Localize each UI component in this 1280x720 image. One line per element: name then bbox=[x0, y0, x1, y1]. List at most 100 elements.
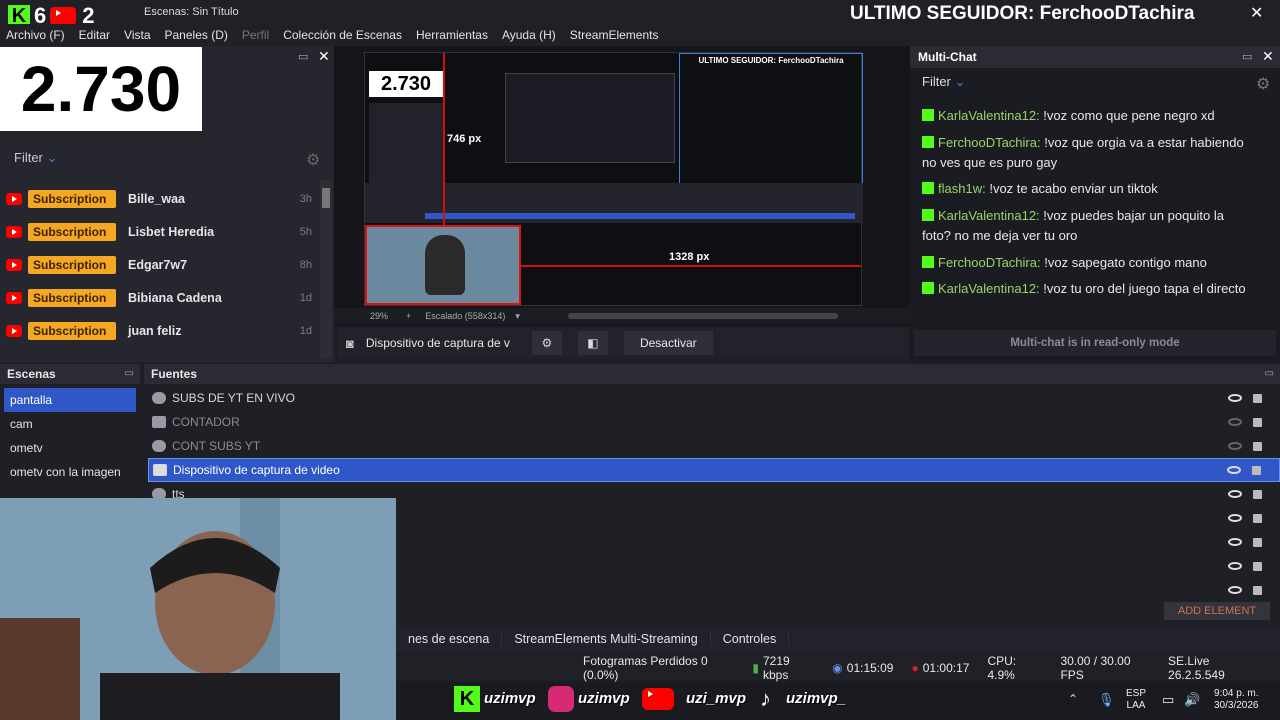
panel-close-icon[interactable]: ✕ bbox=[1262, 48, 1274, 65]
multichat-panel bbox=[910, 46, 1280, 362]
tab-transiciones[interactable]: nes de escena bbox=[396, 632, 503, 646]
lock-icon[interactable] bbox=[1253, 442, 1262, 451]
scene-item[interactable]: pantalla bbox=[4, 388, 136, 412]
feed-time: 5h bbox=[299, 226, 312, 238]
gear-icon[interactable]: ⚙ bbox=[1256, 74, 1270, 94]
lock-icon[interactable] bbox=[1253, 538, 1262, 547]
kick-icon bbox=[922, 256, 934, 268]
clock-date: 30/3/2026 bbox=[1214, 700, 1259, 711]
sources-title: Fuentes ▭ bbox=[144, 364, 1280, 384]
kick-icon bbox=[922, 282, 934, 294]
visibility-eye-icon[interactable] bbox=[1228, 538, 1242, 546]
visibility-eye-icon[interactable] bbox=[1228, 514, 1242, 522]
language-bottom: LAA bbox=[1126, 700, 1146, 711]
menu-editar[interactable]: Editar bbox=[79, 28, 110, 42]
preview-chat-box: ULTIMO SEGUIDOR: FerchooDTachira bbox=[679, 53, 863, 189]
chevron-down-icon: ⌄ bbox=[954, 74, 966, 89]
hidden-eye-icon[interactable] bbox=[1228, 418, 1242, 426]
feed-user: Bille_waa bbox=[128, 192, 185, 206]
camera-icon bbox=[153, 464, 167, 476]
scene-item[interactable]: cam bbox=[0, 412, 140, 436]
source-item[interactable]: CONT SUBS YT bbox=[148, 434, 1280, 458]
chat-message: KarlaValentina12: !voz tu oro del juego … bbox=[922, 279, 1252, 299]
panel-close-icon[interactable]: ✕ bbox=[318, 48, 330, 65]
hidden-eye-icon[interactable] bbox=[1228, 442, 1242, 450]
chat-text: !voz te acabo enviar un tiktok bbox=[989, 181, 1158, 196]
deactivate-button[interactable]: Desactivar bbox=[623, 331, 713, 355]
source-filters-icon[interactable]: ◧ bbox=[577, 331, 608, 355]
zoom-in-icon[interactable]: + bbox=[406, 311, 411, 321]
webcam-overlay bbox=[0, 498, 396, 720]
scene-item[interactable]: ometv bbox=[0, 436, 140, 460]
menu-paneles[interactable]: Paneles (D) bbox=[165, 28, 228, 42]
zoom-level: 29% bbox=[370, 311, 389, 321]
lock-icon[interactable] bbox=[1253, 514, 1262, 523]
volume-icon[interactable]: 🔊 bbox=[1184, 692, 1200, 708]
lock-icon[interactable] bbox=[1253, 490, 1262, 499]
undock-icon[interactable]: ▭ bbox=[1265, 364, 1274, 384]
feed-item[interactable]: Subscription Bille_waa 3h bbox=[6, 188, 312, 210]
menu-streamelements[interactable]: StreamElements bbox=[570, 28, 659, 42]
selected-video-source[interactable] bbox=[365, 225, 521, 305]
feed-scrollbar[interactable] bbox=[320, 180, 332, 358]
kick-icon bbox=[922, 109, 934, 121]
feed-item[interactable]: Subscription Edgar7w7 8h bbox=[6, 254, 312, 276]
feed-time: 1d bbox=[299, 325, 312, 337]
lock-icon[interactable] bbox=[1253, 586, 1262, 595]
menu-herramientas[interactable]: Herramientas bbox=[416, 28, 488, 42]
preview-counter: 2.730 bbox=[369, 71, 443, 97]
source-item[interactable]: SUBS DE YT EN VIVO bbox=[148, 386, 1280, 410]
menu-archivo[interactable]: Archivo (F) bbox=[6, 28, 65, 42]
preview-scrollbar[interactable] bbox=[567, 313, 838, 319]
scene-item[interactable]: ometv con la imagen bbox=[0, 460, 140, 484]
menu-vista[interactable]: Vista bbox=[124, 28, 150, 42]
menu-ayuda[interactable]: Ayuda (H) bbox=[502, 28, 556, 42]
lock-icon[interactable] bbox=[1252, 466, 1261, 475]
stream-time: 01:15:09 bbox=[846, 661, 894, 675]
feed-user: Bibiana Cadena bbox=[128, 291, 222, 305]
webcam-person-icon bbox=[0, 498, 396, 720]
undock-icon[interactable]: ▭ bbox=[125, 364, 134, 384]
kick-logo-icon: K bbox=[454, 686, 480, 712]
undock-icon[interactable]: ▭ bbox=[298, 50, 308, 63]
close-icon[interactable]: ✕ bbox=[1250, 3, 1263, 23]
feed-item[interactable]: Subscription juan feliz 1d bbox=[6, 320, 312, 342]
dock-tabs: nes de escena StreamElements Multi-Strea… bbox=[396, 626, 1280, 652]
language-top: ESP bbox=[1126, 688, 1147, 699]
tab-multistreaming[interactable]: StreamElements Multi-Streaming bbox=[502, 632, 711, 646]
tab-controles[interactable]: Controles bbox=[711, 632, 790, 646]
visibility-eye-icon[interactable] bbox=[1228, 394, 1242, 402]
source-item[interactable]: CONTADOR bbox=[148, 410, 1280, 434]
gear-icon[interactable]: ⚙ bbox=[306, 150, 320, 170]
visibility-eye-icon[interactable] bbox=[1228, 562, 1242, 570]
menu-coleccion[interactable]: Colección de Escenas bbox=[283, 28, 402, 42]
network-icon[interactable]: ▭ bbox=[1162, 692, 1174, 708]
menu-perfil[interactable]: Perfil bbox=[242, 28, 269, 42]
feed-item[interactable]: Subscription Bibiana Cadena 1d bbox=[6, 287, 312, 309]
language-indicator[interactable]: ESP LAA bbox=[1126, 688, 1146, 712]
undock-icon[interactable]: ▭ bbox=[1242, 50, 1252, 63]
lock-icon[interactable] bbox=[1253, 394, 1262, 403]
record-icon: ● bbox=[911, 661, 919, 675]
chat-filter-label: Filter bbox=[922, 74, 951, 89]
lock-icon[interactable] bbox=[1253, 418, 1262, 427]
feed-item[interactable]: Subscription Lisbet Heredia 5h bbox=[6, 221, 312, 243]
clock-time: 9:04 p. m. bbox=[1214, 688, 1259, 699]
tray-expand-icon[interactable]: ⌃ bbox=[1068, 692, 1078, 706]
source-name: SUBS DE YT EN VIVO bbox=[172, 391, 295, 405]
microphone-icon[interactable]: 🎙 bbox=[1098, 692, 1115, 708]
chat-filter[interactable]: Filter ⌄ bbox=[922, 74, 965, 90]
visibility-eye-icon[interactable] bbox=[1228, 586, 1242, 594]
feed-filter[interactable]: Filter ⌄ bbox=[14, 150, 57, 166]
preview-scene[interactable]: 2.730 ULTIMO SEGUIDOR: FerchooDTachira 7… bbox=[364, 52, 863, 306]
visibility-eye-icon[interactable] bbox=[1227, 466, 1241, 474]
scale-dropdown-icon[interactable]: ▾ bbox=[515, 311, 520, 322]
record-time: 01:00:17 bbox=[922, 661, 970, 675]
add-element-button[interactable]: ADD ELEMENT bbox=[1164, 602, 1270, 620]
subscription-badge: Subscription bbox=[28, 190, 116, 208]
visibility-eye-icon[interactable] bbox=[1228, 490, 1242, 498]
source-item-selected[interactable]: Dispositivo de captura de video bbox=[148, 458, 1280, 482]
lock-icon[interactable] bbox=[1253, 562, 1262, 571]
source-settings-gear-icon[interactable]: ⚙ bbox=[531, 331, 562, 355]
clock[interactable]: 9:04 p. m. 30/3/2026 bbox=[1214, 688, 1259, 712]
